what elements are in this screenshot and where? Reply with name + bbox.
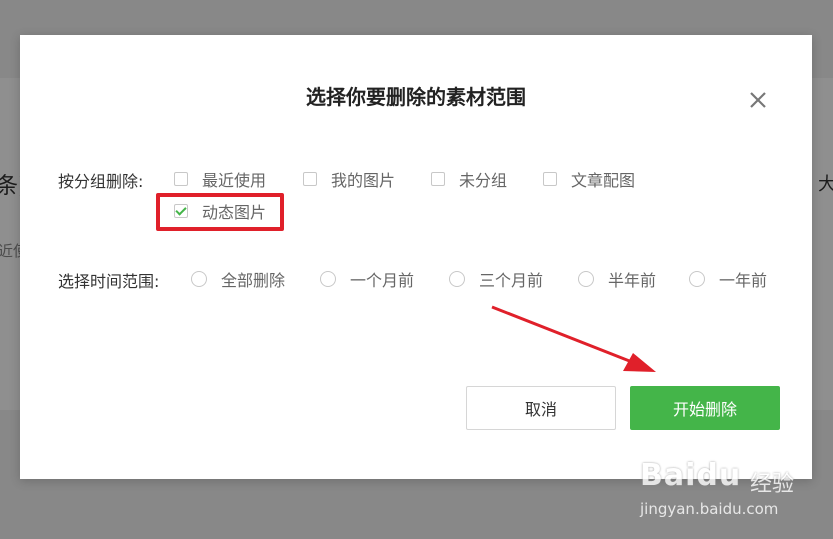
radio-label: 三个月前 bbox=[479, 271, 544, 290]
checkbox-label: 我的图片 bbox=[331, 171, 396, 190]
radio-one-year-ago[interactable]: 一年前 bbox=[689, 268, 767, 290]
radio-button[interactable] bbox=[449, 271, 465, 287]
checkbox-recent-used[interactable]: 最近使用 bbox=[174, 168, 266, 190]
watermark-sub: 经验 bbox=[750, 472, 795, 497]
watermark-url: jingyan.baidu.com bbox=[640, 500, 779, 518]
radio-label: 一个月前 bbox=[350, 271, 415, 290]
start-delete-button[interactable]: 开始删除 bbox=[630, 386, 780, 430]
annotation-highlight-box bbox=[156, 193, 284, 231]
checkbox-ungrouped[interactable]: 未分组 bbox=[431, 168, 507, 190]
checkbox-box[interactable] bbox=[174, 172, 188, 186]
checkbox-box[interactable] bbox=[543, 172, 557, 186]
checkbox-article-images[interactable]: 文章配图 bbox=[543, 168, 635, 190]
radio-three-months-ago[interactable]: 三个月前 bbox=[449, 268, 543, 290]
radio-button[interactable] bbox=[191, 271, 207, 287]
checkbox-box[interactable] bbox=[431, 172, 445, 186]
radio-one-month-ago[interactable]: 一个月前 bbox=[320, 268, 414, 290]
radio-button[interactable] bbox=[689, 271, 705, 287]
radio-label: 一年前 bbox=[719, 271, 768, 290]
checkbox-label: 最近使用 bbox=[202, 171, 267, 190]
close-icon bbox=[750, 92, 766, 108]
checkbox-label: 未分组 bbox=[459, 171, 508, 190]
checkbox-box[interactable] bbox=[303, 172, 317, 186]
radio-delete-all[interactable]: 全部删除 bbox=[191, 268, 285, 290]
checkbox-my-images[interactable]: 我的图片 bbox=[303, 168, 395, 190]
close-button[interactable] bbox=[744, 86, 772, 114]
baidu-watermark: Baidu 经验 jingyan.baidu.com bbox=[640, 452, 830, 522]
radio-label: 半年前 bbox=[608, 271, 657, 290]
dialog-title: 选择你要删除的素材范围 bbox=[306, 85, 526, 109]
delete-materials-dialog: 选择你要删除的素材范围 按分组删除: 最近使用 我的图片 未分组 文章配图 动态… bbox=[20, 35, 812, 479]
radio-button[interactable] bbox=[320, 271, 336, 287]
radio-half-year-ago[interactable]: 半年前 bbox=[578, 268, 656, 290]
time-range-label: 选择时间范围: bbox=[58, 272, 160, 291]
cancel-button[interactable]: 取消 bbox=[466, 386, 616, 430]
checkbox-label: 文章配图 bbox=[571, 171, 636, 190]
radio-label: 全部删除 bbox=[221, 271, 286, 290]
group-delete-label: 按分组删除: bbox=[58, 172, 144, 191]
radio-button[interactable] bbox=[578, 271, 594, 287]
watermark-brand: Baidu bbox=[640, 458, 742, 493]
